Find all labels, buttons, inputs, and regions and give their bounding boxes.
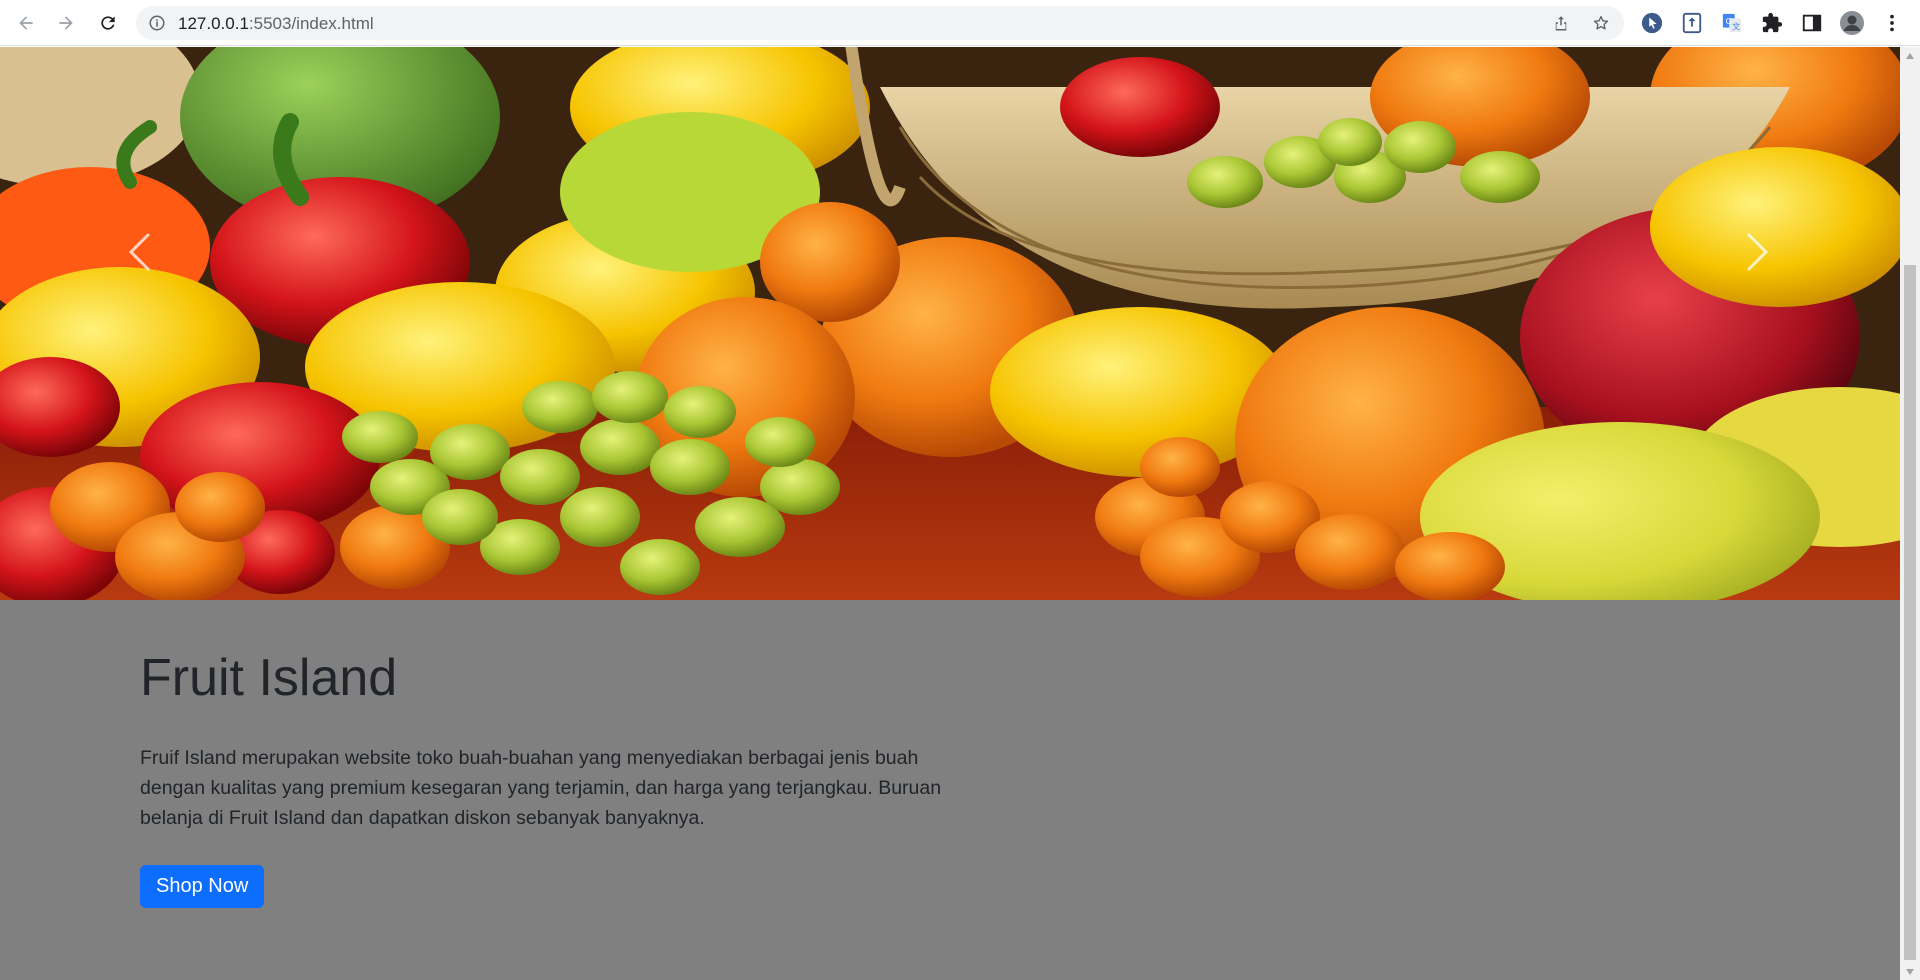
cursor-extension-icon[interactable] — [1640, 11, 1664, 35]
chevron-right-icon — [1746, 232, 1769, 272]
vertical-scrollbar[interactable] — [1900, 47, 1920, 980]
reload-button[interactable] — [92, 8, 124, 38]
arrow-right-icon — [59, 16, 73, 30]
url-path: :5503/index.html — [248, 14, 374, 33]
address-bar[interactable]: 127.0.0.1:5503/index.html — [136, 6, 1624, 40]
upload-extension-icon[interactable] — [1680, 11, 1704, 35]
scroll-up-arrow[interactable] — [1900, 47, 1920, 64]
carousel-next-button[interactable] — [1712, 197, 1802, 307]
scroll-down-arrow[interactable] — [1900, 963, 1920, 980]
info-icon[interactable] — [148, 14, 166, 32]
fruit-image — [0, 47, 1900, 600]
share-icon[interactable] — [1552, 14, 1570, 32]
kebab-menu-icon[interactable] — [1880, 11, 1904, 35]
puzzle-icon[interactable] — [1760, 11, 1784, 35]
profile-avatar[interactable] — [1840, 11, 1864, 35]
forward-button[interactable] — [50, 8, 82, 38]
chevron-left-icon — [128, 232, 151, 272]
page-title: Fruit Island — [140, 649, 398, 707]
site-description: Fruif Island merupakan website toko buah… — [140, 747, 942, 830]
svg-text:文: 文 — [1732, 21, 1740, 31]
shop-now-button[interactable]: Shop Now — [140, 865, 265, 909]
fruit-carousel — [0, 47, 1900, 600]
browser-toolbar: 127.0.0.1:5503/index.html G文 — [0, 0, 1920, 46]
arrow-left-icon — [19, 16, 33, 30]
svg-text:G: G — [1726, 16, 1732, 26]
side-panel-icon[interactable] — [1800, 11, 1824, 35]
translate-extension-icon[interactable]: G文 — [1720, 11, 1744, 35]
scrollbar-thumb[interactable] — [1904, 265, 1916, 960]
star-icon[interactable] — [1592, 14, 1610, 32]
page-viewport: Fruit Island Fruif Island merupakan webs… — [0, 47, 1900, 980]
reload-icon — [101, 16, 115, 30]
hero-content: Fruit Island Fruif Island merupakan webs… — [140, 647, 960, 909]
url-host: 127.0.0.1 — [178, 14, 249, 33]
carousel-prev-button[interactable] — [95, 197, 185, 307]
back-button[interactable] — [10, 8, 42, 38]
url-text[interactable]: 127.0.0.1:5503/index.html — [178, 14, 374, 34]
